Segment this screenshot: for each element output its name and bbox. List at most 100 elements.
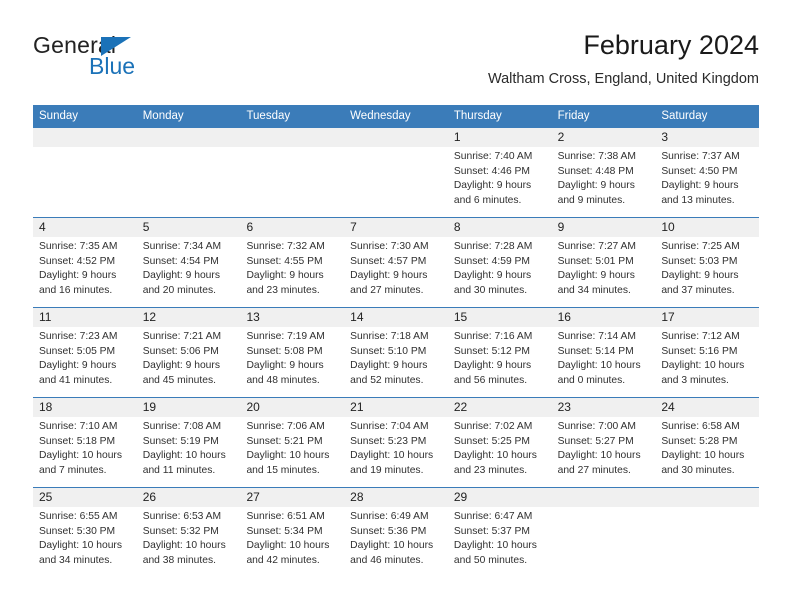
- day-cell[interactable]: Sunrise: 7:14 AM Sunset: 5:14 PM Dayligh…: [552, 327, 656, 397]
- day-number[interactable]: 15: [448, 308, 552, 327]
- day-number[interactable]: 27: [240, 488, 344, 507]
- day-cell[interactable]: [33, 147, 137, 217]
- day-number[interactable]: 25: [33, 488, 137, 507]
- date-number-band: 25 26 27 28 29: [33, 488, 759, 507]
- sunset-text: Sunset: 5:05 PM: [39, 345, 116, 357]
- sunrise-text: Sunrise: 7:21 AM: [142, 331, 222, 342]
- day-number[interactable]: 3: [655, 128, 759, 147]
- day-number[interactable]: [344, 128, 448, 147]
- sunrise-text: Sunrise: 7:38 AM: [557, 151, 637, 162]
- day-cell[interactable]: Sunrise: 7:18 AM Sunset: 5:10 PM Dayligh…: [344, 327, 448, 397]
- daylight-text-line2: and 13 minutes.: [661, 194, 735, 206]
- sunset-text: Sunset: 5:21 PM: [246, 435, 323, 447]
- day-cell[interactable]: Sunrise: 7:27 AM Sunset: 5:01 PM Dayligh…: [552, 237, 656, 307]
- day-number[interactable]: 17: [655, 308, 759, 327]
- day-cell[interactable]: [655, 507, 759, 577]
- day-number[interactable]: 11: [33, 308, 137, 327]
- day-cell[interactable]: Sunrise: 7:16 AM Sunset: 5:12 PM Dayligh…: [448, 327, 552, 397]
- day-number[interactable]: 24: [655, 398, 759, 417]
- day-number[interactable]: 1: [448, 128, 552, 147]
- day-number[interactable]: [552, 488, 656, 507]
- day-number[interactable]: 9: [552, 218, 656, 237]
- day-cell[interactable]: [344, 147, 448, 217]
- sunrise-text: Sunrise: 7:35 AM: [39, 241, 118, 252]
- day-number[interactable]: 28: [344, 488, 448, 507]
- day-number[interactable]: 19: [137, 398, 241, 417]
- day-cell[interactable]: Sunrise: 7:00 AM Sunset: 5:27 PM Dayligh…: [552, 417, 656, 487]
- day-cell[interactable]: Sunrise: 7:34 AM Sunset: 4:54 PM Dayligh…: [137, 237, 241, 307]
- day-cell[interactable]: Sunrise: 6:49 AM Sunset: 5:36 PM Dayligh…: [344, 507, 448, 577]
- day-number[interactable]: 26: [137, 488, 241, 507]
- weekday-header-row: Sunday Monday Tuesday Wednesday Thursday…: [33, 105, 759, 127]
- day-cell[interactable]: Sunrise: 6:51 AM Sunset: 5:34 PM Dayligh…: [240, 507, 344, 577]
- day-cell[interactable]: Sunrise: 7:19 AM Sunset: 5:08 PM Dayligh…: [240, 327, 344, 397]
- day-cell[interactable]: Sunrise: 7:35 AM Sunset: 4:52 PM Dayligh…: [33, 237, 137, 307]
- day-number[interactable]: 16: [552, 308, 656, 327]
- sunrise-text: Sunrise: 7:00 AM: [557, 421, 637, 432]
- day-number[interactable]: 8: [448, 218, 552, 237]
- day-number[interactable]: 29: [448, 488, 552, 507]
- day-cell[interactable]: Sunrise: 7:37 AM Sunset: 4:50 PM Dayligh…: [655, 147, 759, 217]
- day-number[interactable]: 4: [33, 218, 137, 237]
- daylight-text-line2: and 23 minutes.: [453, 464, 528, 476]
- day-number[interactable]: [137, 128, 241, 147]
- day-number[interactable]: [33, 128, 137, 147]
- day-number[interactable]: [240, 128, 344, 147]
- day-cell[interactable]: Sunrise: 7:04 AM Sunset: 5:23 PM Dayligh…: [344, 417, 448, 487]
- day-cell[interactable]: Sunrise: 7:28 AM Sunset: 4:59 PM Dayligh…: [448, 237, 552, 307]
- sunset-text: Sunset: 4:57 PM: [350, 255, 427, 267]
- day-number[interactable]: 5: [137, 218, 241, 237]
- sunset-text: Sunset: 5:03 PM: [661, 255, 738, 267]
- daylight-text-line2: and 11 minutes.: [142, 464, 216, 476]
- day-number[interactable]: [655, 488, 759, 507]
- day-cell[interactable]: Sunrise: 6:53 AM Sunset: 5:32 PM Dayligh…: [137, 507, 241, 577]
- page-title: February 2024: [583, 30, 759, 60]
- day-number[interactable]: 14: [344, 308, 448, 327]
- logo[interactable]: General Blue: [33, 32, 283, 92]
- daylight-text-line1: Daylight: 9 hours: [661, 180, 739, 191]
- day-cell[interactable]: Sunrise: 7:32 AM Sunset: 4:55 PM Dayligh…: [240, 237, 344, 307]
- day-cell[interactable]: [552, 507, 656, 577]
- day-cell[interactable]: Sunrise: 6:58 AM Sunset: 5:28 PM Dayligh…: [655, 417, 759, 487]
- day-cell[interactable]: Sunrise: 7:08 AM Sunset: 5:19 PM Dayligh…: [137, 417, 241, 487]
- sunset-text: Sunset: 4:50 PM: [661, 165, 738, 177]
- day-cell[interactable]: Sunrise: 7:02 AM Sunset: 5:25 PM Dayligh…: [448, 417, 552, 487]
- daylight-text-line2: and 27 minutes.: [350, 284, 424, 296]
- day-cell[interactable]: Sunrise: 7:10 AM Sunset: 5:18 PM Dayligh…: [33, 417, 137, 487]
- day-number[interactable]: 6: [240, 218, 344, 237]
- page-header: General Blue February 2024 Waltham Cross…: [33, 28, 759, 98]
- day-cell[interactable]: Sunrise: 7:25 AM Sunset: 5:03 PM Dayligh…: [655, 237, 759, 307]
- day-cell[interactable]: Sunrise: 6:47 AM Sunset: 5:37 PM Dayligh…: [448, 507, 552, 577]
- day-number[interactable]: 22: [448, 398, 552, 417]
- day-number[interactable]: 21: [344, 398, 448, 417]
- day-cell[interactable]: Sunrise: 7:21 AM Sunset: 5:06 PM Dayligh…: [137, 327, 241, 397]
- day-number[interactable]: 2: [552, 128, 656, 147]
- day-cell[interactable]: Sunrise: 7:23 AM Sunset: 5:05 PM Dayligh…: [33, 327, 137, 397]
- day-number[interactable]: 10: [655, 218, 759, 237]
- sunrise-text: Sunrise: 7:19 AM: [246, 331, 325, 342]
- daylight-text-line1: Daylight: 10 hours: [453, 450, 537, 461]
- day-number[interactable]: 7: [344, 218, 448, 237]
- sunset-text: Sunset: 5:25 PM: [453, 435, 531, 447]
- sunset-text: Sunset: 5:27 PM: [557, 435, 634, 447]
- day-number[interactable]: 12: [137, 308, 241, 327]
- daylight-text-line2: and 9 minutes.: [557, 194, 626, 206]
- day-cell[interactable]: Sunrise: 7:06 AM Sunset: 5:21 PM Dayligh…: [240, 417, 344, 487]
- sunset-text: Sunset: 5:06 PM: [142, 345, 219, 357]
- day-cell[interactable]: [240, 147, 344, 217]
- day-cell[interactable]: Sunrise: 6:55 AM Sunset: 5:30 PM Dayligh…: [33, 507, 137, 577]
- sunset-text: Sunset: 4:52 PM: [39, 255, 116, 267]
- week-row: 11 12 13 14 15 16 17 Sunrise: 7:23 AM Su…: [33, 307, 759, 397]
- day-cell[interactable]: Sunrise: 7:38 AM Sunset: 4:48 PM Dayligh…: [552, 147, 656, 217]
- day-cell[interactable]: [137, 147, 241, 217]
- day-number[interactable]: 13: [240, 308, 344, 327]
- day-cell[interactable]: Sunrise: 7:40 AM Sunset: 4:46 PM Dayligh…: [448, 147, 552, 217]
- day-cell[interactable]: Sunrise: 7:12 AM Sunset: 5:16 PM Dayligh…: [655, 327, 759, 397]
- daylight-text-line1: Daylight: 9 hours: [453, 180, 532, 191]
- sunrise-text: Sunrise: 7:02 AM: [453, 421, 533, 432]
- day-number[interactable]: 18: [33, 398, 137, 417]
- day-cell[interactable]: Sunrise: 7:30 AM Sunset: 4:57 PM Dayligh…: [344, 237, 448, 307]
- day-number[interactable]: 20: [240, 398, 344, 417]
- day-number[interactable]: 23: [552, 398, 656, 417]
- calendar-grid: Sunday Monday Tuesday Wednesday Thursday…: [33, 105, 759, 577]
